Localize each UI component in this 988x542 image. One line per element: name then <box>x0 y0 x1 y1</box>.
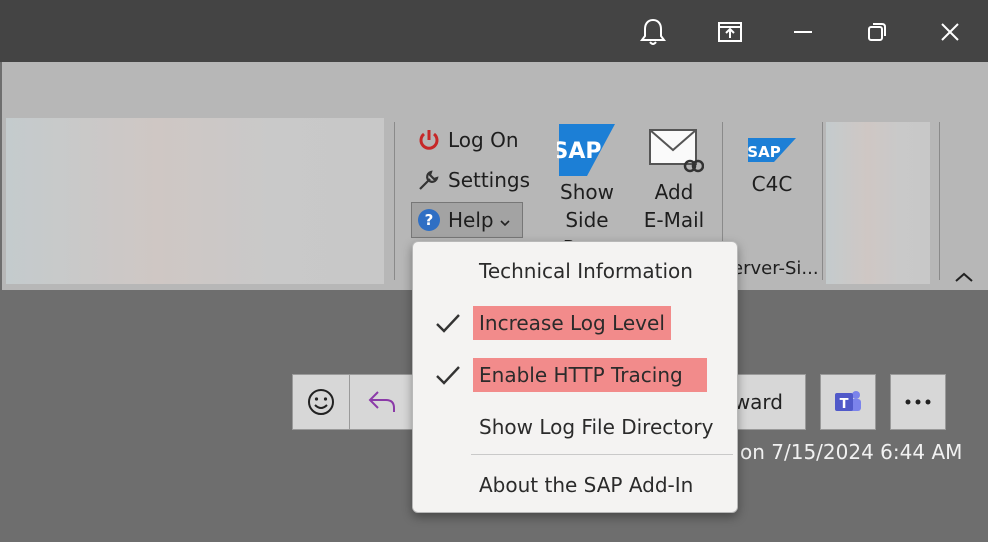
smiley-icon <box>308 389 334 415</box>
message-timestamp: on 7/15/2024 6:44 AM <box>740 440 963 464</box>
c4c-button[interactable]: SAP C4C <box>736 132 808 212</box>
log-on-label: Log On <box>448 128 519 152</box>
add-email-label-line1: Add <box>654 180 694 204</box>
menu-item-technical-information[interactable]: Technical Information <box>473 254 699 288</box>
svg-text:T: T <box>840 397 849 412</box>
menu-divider <box>471 454 733 455</box>
checkmark-icon <box>436 314 460 333</box>
settings-button[interactable]: Settings <box>416 164 530 196</box>
teams-icon: T <box>835 391 861 412</box>
share-icon[interactable] <box>710 14 750 50</box>
wrench-icon <box>416 167 442 193</box>
svg-text:SAP: SAP <box>747 143 780 161</box>
emoji-button[interactable] <box>292 374 350 430</box>
more-options-button[interactable] <box>890 374 946 430</box>
log-on-button[interactable]: Log On <box>416 124 519 156</box>
title-bar <box>0 0 988 62</box>
ribbon-separator <box>822 122 823 280</box>
c4c-label: C4C <box>751 172 793 196</box>
power-icon <box>416 127 442 153</box>
help-icon: ? <box>416 207 442 233</box>
ellipsis-icon <box>905 399 931 405</box>
help-dropdown-menu: Technical Information Increase Log Level… <box>412 241 738 513</box>
settings-label: Settings <box>448 168 531 192</box>
checkmark-icon <box>436 366 460 385</box>
menu-item-increase-log-level[interactable]: Increase Log Level <box>473 306 671 340</box>
close-icon[interactable] <box>930 14 970 50</box>
teams-button[interactable]: T <box>820 374 876 430</box>
menu-item-about-sap-add-in[interactable]: About the SAP Add-In <box>473 468 699 502</box>
menu-item-enable-http-tracing[interactable]: Enable HTTP Tracing <box>473 358 707 392</box>
collapse-ribbon-icon[interactable] <box>954 268 974 287</box>
svg-text:SAP: SAP <box>557 139 602 164</box>
ribbon-separator <box>939 122 940 280</box>
restore-icon[interactable] <box>857 14 897 50</box>
blurred-ribbon-area <box>6 118 384 284</box>
add-email-button[interactable]: Add E-Mail <box>638 122 710 242</box>
ribbon-group-label: erver-Si... <box>732 258 819 279</box>
sap-logo-small-icon: SAP <box>746 132 798 166</box>
add-email-label-line2: E-Mail <box>643 208 705 232</box>
help-button[interactable]: ? Help <box>411 202 523 238</box>
blurred-ribbon-area <box>826 122 930 284</box>
envelope-icon <box>644 122 705 178</box>
bell-icon[interactable] <box>633 14 673 50</box>
help-label: Help <box>448 208 494 232</box>
show-side-pane-button[interactable]: SAP Show Side Pane <box>540 122 634 260</box>
reply-arrow-icon <box>368 391 395 412</box>
menu-item-show-log-file-directory[interactable]: Show Log File Directory <box>473 410 719 444</box>
show-side-pane-label-line1: Show <box>560 180 614 204</box>
ribbon-separator <box>394 122 395 280</box>
chevron-down-icon <box>500 208 510 232</box>
sap-logo-icon: SAP <box>553 122 617 178</box>
svg-text:?: ? <box>425 211 434 229</box>
minimize-icon[interactable] <box>783 14 823 50</box>
reply-button[interactable] <box>349 374 415 430</box>
